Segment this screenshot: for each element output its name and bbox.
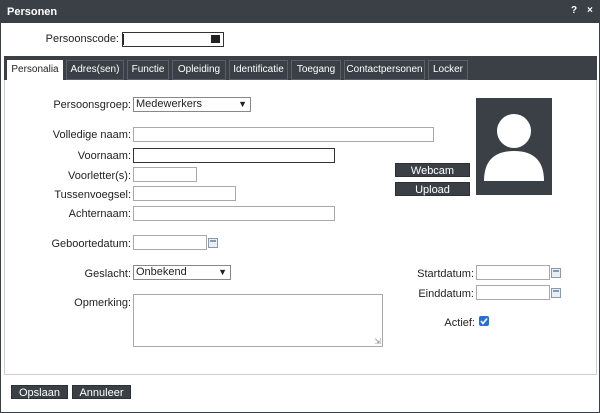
geslacht-select[interactable]: Onbekend ▼ <box>133 265 231 280</box>
tab-opleiding[interactable]: Opleiding <box>172 60 226 80</box>
startdatum-label: Startdatum: <box>417 268 474 280</box>
opmerking-label: Opmerking: <box>74 297 131 309</box>
tab-identificatie[interactable]: Identificatie <box>229 60 288 80</box>
webcam-button[interactable]: Webcam <box>395 163 470 177</box>
window-title: Personen <box>7 6 58 18</box>
geslacht-label: Geslacht: <box>84 268 131 280</box>
text-cursor <box>123 34 124 45</box>
geboortedatum-input[interactable] <box>133 235 207 250</box>
tussenvoegsel-label: Tussenvoegsel: <box>54 189 131 201</box>
cancel-button[interactable]: Annuleer <box>72 385 131 399</box>
geboortedatum-label: Geboortedatum: <box>51 238 132 250</box>
einddatum-label: Einddatum: <box>418 288 474 300</box>
personen-window: Personen ? × Persoonscode: Personalia Ad… <box>0 0 600 413</box>
chevron-down-icon: ▼ <box>238 99 247 109</box>
tab-functie[interactable]: Functie <box>127 60 169 80</box>
close-button[interactable]: × <box>587 5 593 16</box>
calendar-icon[interactable] <box>551 268 561 278</box>
actief-label: Actief: <box>444 317 475 329</box>
persoonscode-input[interactable] <box>122 32 224 47</box>
upload-button[interactable]: Upload <box>395 182 470 196</box>
geslacht-value: Onbekend <box>136 266 187 278</box>
calendar-icon[interactable] <box>551 288 561 298</box>
tussenvoegsel-input[interactable] <box>133 186 236 201</box>
startdatum-input[interactable] <box>476 265 550 280</box>
opmerking-textarea[interactable]: ⇲ <box>133 294 383 347</box>
save-button[interactable]: Opslaan <box>11 385 68 399</box>
help-button[interactable]: ? <box>571 5 577 16</box>
chevron-down-icon: ▼ <box>218 267 227 277</box>
tab-locker[interactable]: Locker <box>428 60 468 80</box>
actief-checkbox[interactable] <box>479 316 489 326</box>
persoonscode-label: Persoonscode: <box>45 33 119 45</box>
profile-photo <box>476 98 552 195</box>
checkmark-icon <box>480 318 488 325</box>
tab-adressen[interactable]: Adres(sen) <box>66 60 124 80</box>
volledige-naam-label: Volledige naam: <box>52 129 131 141</box>
tab-toegang[interactable]: Toegang <box>291 60 341 80</box>
persoonsgroep-select[interactable]: Medewerkers ▼ <box>133 97 251 112</box>
achternaam-input[interactable] <box>133 206 335 221</box>
resize-handle-icon[interactable]: ⇲ <box>374 337 381 346</box>
calendar-icon[interactable] <box>208 238 218 248</box>
avatar-placeholder-icon <box>484 114 544 181</box>
achternaam-label: Achternaam: <box>68 208 131 220</box>
volledige-naam-input[interactable] <box>133 127 434 142</box>
voornaam-input[interactable] <box>133 148 335 163</box>
voornaam-label: Voornaam: <box>77 150 131 162</box>
title-bar: Personen ? × <box>1 1 599 23</box>
persoonsgroep-value: Medewerkers <box>136 98 203 110</box>
keyboard-icon[interactable] <box>211 35 220 43</box>
persoonsgroep-label: Persoonsgroep: <box>53 99 131 111</box>
einddatum-input[interactable] <box>476 285 550 300</box>
voorletters-label: Voorletter(s): <box>68 170 131 182</box>
tab-contactpersonen[interactable]: Contactpersonen <box>344 60 425 80</box>
tab-personalia[interactable]: Personalia <box>7 60 63 80</box>
voorletters-input[interactable] <box>133 167 197 182</box>
tab-bar: Personalia Adres(sen) Functie Opleiding … <box>4 56 597 80</box>
